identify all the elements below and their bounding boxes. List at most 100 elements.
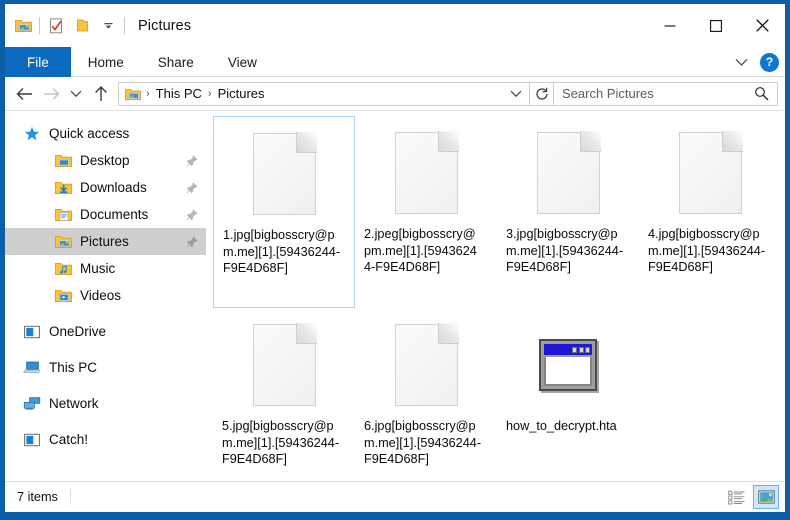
file-list-view[interactable]: 1.jpg[bigbosscry@pm.me][1].[59436244-F9E… (206, 111, 785, 481)
sidebar-item-label: Catch! (49, 432, 89, 447)
address-bar[interactable]: › This PC › Pictures (118, 81, 530, 106)
sidebar-item-this-pc[interactable]: This PC (5, 354, 206, 381)
status-bar: 7 items (5, 481, 785, 512)
minimize-button[interactable] (647, 4, 693, 47)
close-button[interactable] (739, 4, 785, 47)
window-controls (647, 4, 785, 47)
pin-icon[interactable] (186, 154, 198, 167)
sidebar-item-label: Music (80, 261, 116, 276)
thispc-icon (22, 358, 42, 378)
blank-page-icon (394, 323, 459, 406)
quick-access-toolbar (5, 4, 128, 47)
refresh-button[interactable] (530, 81, 554, 106)
help-icon[interactable]: ? (760, 52, 779, 72)
maximize-button[interactable] (693, 4, 739, 47)
tab-file[interactable]: File (5, 47, 71, 77)
large-icons-view-button[interactable] (753, 485, 779, 509)
file-name-label: 1.jpg[bigbosscry@pm.me][1].[59436244-F9E… (223, 228, 341, 275)
explorer-body: PCrisk pcrisk.com Quick access (5, 110, 785, 481)
sidebar-item-desktop[interactable]: Desktop (5, 147, 206, 174)
customize-qat-icon[interactable] (95, 13, 121, 39)
file-name-label: 6.jpg[bigbosscry@pm.me][1].[59436244-F9E… (364, 419, 482, 466)
sidebar-item-onedrive[interactable]: OneDrive (5, 318, 206, 345)
catch-icon (22, 430, 42, 450)
navigation-pane: Quick access Desktop Downloads Documents… (5, 111, 206, 481)
blank-page-icon (536, 131, 601, 214)
forward-button[interactable] (38, 81, 65, 107)
breadcrumb-separator-1: › (207, 87, 212, 100)
file-icon-wrapper (361, 120, 491, 226)
file-icon-wrapper (220, 121, 348, 227)
breadcrumb-item-this-pc[interactable]: This PC (153, 86, 205, 101)
sidebar-item-label: Pictures (80, 234, 129, 249)
sidebar-item-label: This PC (49, 360, 98, 375)
ribbon-tab-bar: File Home Share View ? (5, 47, 785, 77)
pictures-folder-icon[interactable] (10, 13, 36, 39)
tab-home[interactable]: Home (71, 47, 141, 77)
sidebar-item-network[interactable]: Network (5, 390, 206, 417)
sidebar-item-quick-access[interactable]: Quick access (5, 120, 206, 147)
up-button[interactable] (87, 81, 114, 107)
sidebar-group-gap-2 (5, 345, 206, 354)
file-item[interactable]: how_to_decrypt.hta (497, 308, 639, 481)
status-separator (69, 489, 71, 505)
window-title: Pictures (138, 17, 192, 34)
sidebar-item-music[interactable]: Music (5, 255, 206, 282)
breadcrumb-item-pictures[interactable]: Pictures (215, 86, 268, 101)
network-icon (22, 394, 42, 414)
qat-separator-1 (39, 17, 40, 34)
file-grid: 1.jpg[bigbosscry@pm.me][1].[59436244-F9E… (213, 116, 785, 481)
sidebar-group-gap-3 (5, 381, 206, 390)
documents-folder-icon (53, 205, 73, 225)
new-folder-icon[interactable] (69, 13, 95, 39)
sidebar-item-downloads[interactable]: Downloads (5, 174, 206, 201)
pin-icon[interactable] (186, 235, 198, 248)
properties-icon[interactable] (43, 13, 69, 39)
file-name-label: 4.jpg[bigbosscry@pm.me][1].[59436244-F9E… (648, 227, 766, 274)
search-placeholder: Search Pictures (562, 86, 654, 101)
sidebar-item-catch[interactable]: Catch! (5, 426, 206, 453)
sidebar-item-videos[interactable]: Videos (5, 282, 206, 309)
sidebar-item-documents[interactable]: Documents (5, 201, 206, 228)
file-icon-wrapper (361, 312, 491, 418)
blank-page-icon (252, 132, 317, 215)
address-bar-row: › This PC › Pictures Search Pictures (5, 77, 785, 110)
address-dropdown-icon[interactable] (505, 83, 527, 105)
title-bar: Pictures (5, 4, 785, 47)
item-count-label: 7 items (17, 490, 58, 504)
file-item[interactable]: 1.jpg[bigbosscry@pm.me][1].[59436244-F9E… (213, 116, 355, 308)
file-name-label: 3.jpg[bigbosscry@pm.me][1].[59436244-F9E… (506, 227, 624, 274)
downloads-folder-icon (53, 178, 73, 198)
file-item[interactable]: 2.jpeg[bigbosscry@pm.me][1].[59436244-F9… (355, 116, 497, 308)
file-item[interactable]: 5.jpg[bigbosscry@pm.me][1].[59436244-F9E… (213, 308, 355, 481)
sidebar-item-pictures[interactable]: Pictures (5, 228, 206, 255)
recent-locations-button[interactable] (65, 81, 87, 107)
file-item[interactable]: 3.jpg[bigbosscry@pm.me][1].[59436244-F9E… (497, 116, 639, 308)
sidebar-group-gap-4 (5, 417, 206, 426)
blank-page-icon (252, 323, 317, 406)
file-item[interactable]: 6.jpg[bigbosscry@pm.me][1].[59436244-F9E… (355, 308, 497, 481)
star-icon (22, 124, 42, 144)
search-input[interactable]: Search Pictures (554, 81, 778, 106)
chevron-down-icon[interactable] (730, 51, 752, 73)
sidebar-item-label: Documents (80, 207, 149, 222)
hta-window-icon (539, 339, 597, 391)
onedrive-icon (22, 322, 42, 342)
pin-icon[interactable] (186, 181, 198, 194)
tab-share[interactable]: Share (141, 47, 211, 77)
sidebar-item-label: Desktop (80, 153, 130, 168)
back-button[interactable] (11, 81, 38, 107)
sidebar-group-gap-1 (5, 309, 206, 318)
sidebar-item-label: Network (49, 396, 99, 411)
sidebar-item-label: Quick access (49, 126, 130, 141)
search-icon[interactable] (754, 86, 773, 101)
view-toggle-group (723, 485, 779, 509)
tab-view[interactable]: View (211, 47, 274, 77)
sidebar-item-label: OneDrive (49, 324, 107, 339)
pin-icon[interactable] (186, 208, 198, 221)
file-item[interactable]: 4.jpg[bigbosscry@pm.me][1].[59436244-F9E… (639, 116, 781, 308)
details-view-button[interactable] (723, 485, 749, 509)
breadcrumb: › This PC › Pictures (144, 86, 505, 101)
desktop-folder-icon (53, 151, 73, 171)
file-name-label: how_to_decrypt.hta (506, 419, 617, 433)
